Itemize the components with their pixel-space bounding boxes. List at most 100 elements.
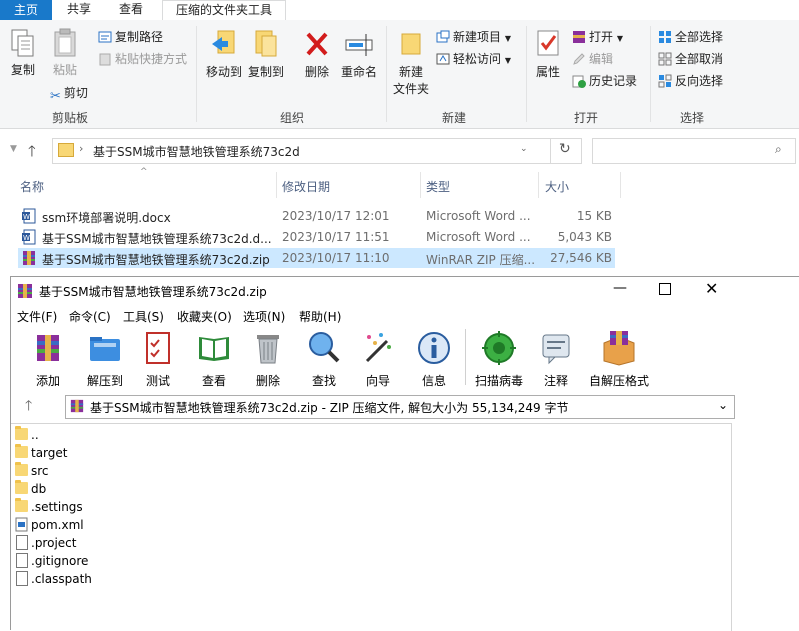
- chevron-down-icon: ▼: [504, 56, 511, 65]
- copy-to-label: 复制到: [247, 65, 284, 79]
- delete-archive-button[interactable]: 删除: [243, 329, 293, 389]
- copy-label: 复制: [10, 63, 35, 77]
- address-bar[interactable]: › 基于SSM城市智慧地铁管理系统73c2d: [52, 138, 582, 164]
- tab-view[interactable]: 查看: [108, 0, 154, 20]
- sfx-button[interactable]: 自解压格式: [585, 329, 653, 389]
- wizard-label: 向导: [365, 374, 390, 388]
- rename-icon: [345, 34, 373, 56]
- cut-button[interactable]: ✂ 剪切: [50, 84, 88, 104]
- magic-wand-icon: [365, 333, 391, 363]
- properties-button[interactable]: 属性: [530, 28, 566, 80]
- winrar-title: 基于SSM城市智慧地铁管理系统73c2d.zip: [39, 285, 267, 299]
- add-button[interactable]: 添加: [23, 329, 73, 389]
- new-item-label: 新建项目: [453, 30, 502, 44]
- entry-name: .project: [31, 536, 77, 550]
- cut-label: 剪切: [63, 86, 88, 100]
- scan-virus-button[interactable]: 扫描病毒: [471, 329, 527, 389]
- winrar-archive-icon: [23, 251, 35, 265]
- column-divider[interactable]: [620, 172, 621, 198]
- move-to-button[interactable]: 移动到: [204, 28, 244, 80]
- paste-button[interactable]: 粘贴: [48, 28, 82, 78]
- column-divider[interactable]: [276, 172, 277, 198]
- invert-selection-button[interactable]: 反向选择: [658, 72, 723, 90]
- column-divider[interactable]: [538, 172, 539, 198]
- test-button[interactable]: 测试: [133, 329, 183, 389]
- file-icon: [16, 535, 28, 550]
- edit-button[interactable]: 编辑: [572, 50, 613, 68]
- find-label: 查找: [311, 374, 336, 388]
- close-icon[interactable]: ✕: [705, 279, 718, 298]
- refresh-button[interactable]: ↻: [550, 138, 582, 164]
- info-button[interactable]: 信息: [409, 329, 459, 389]
- winrar-window: 基于SSM城市智慧地铁管理系统73c2d.zip — ✕ 文件(F) 命令(C)…: [10, 276, 799, 631]
- entry-name: .gitignore: [31, 554, 89, 568]
- select-none-button[interactable]: 全部取消: [658, 50, 723, 68]
- extract-to-button[interactable]: 解压到: [79, 329, 131, 389]
- easy-access-icon: [436, 53, 450, 65]
- search-input[interactable]: ⌕: [592, 138, 796, 164]
- column-header-type[interactable]: 类型: [426, 178, 450, 195]
- trash-can-icon: [257, 335, 279, 364]
- menu-tools[interactable]: 工具(S): [123, 308, 164, 325]
- up-arrow-icon[interactable]: 🡑: [28, 141, 36, 166]
- open-button[interactable]: 打开 ▼: [572, 28, 623, 46]
- open-label: 打开: [589, 30, 614, 44]
- easy-access-button[interactable]: 轻松访问 ▼: [436, 50, 511, 68]
- move-to-label: 移动到: [205, 65, 242, 79]
- file-row[interactable]: W ssm环境部署说明.docx 2023/10/17 12:01 Micros…: [18, 206, 615, 226]
- find-button[interactable]: 查找: [299, 329, 349, 389]
- history-label: 历史记录: [589, 74, 638, 88]
- rename-button[interactable]: 重命名: [338, 28, 380, 80]
- address-dropdown-icon[interactable]: ⌄: [520, 144, 528, 154]
- maximize-icon[interactable]: [659, 283, 671, 295]
- invert-selection-icon: [658, 74, 672, 88]
- select-none-label: 全部取消: [675, 52, 724, 66]
- entry-name: src: [31, 464, 49, 478]
- file-row[interactable]: W 基于SSM城市智慧地铁管理系统73c2d.d... 2023/10/17 1…: [18, 227, 615, 247]
- search-icon: ⌕: [775, 142, 782, 156]
- group-separator: [526, 26, 527, 122]
- recent-locations-chevron-icon[interactable]: ▼: [10, 144, 17, 154]
- column-header-name[interactable]: 名称: [20, 178, 44, 195]
- file-name: 基于SSM城市智慧地铁管理系统73c2d.zip: [42, 253, 270, 267]
- folder-icon: [15, 444, 28, 458]
- paste-shortcut-button[interactable]: 粘贴快捷方式: [98, 50, 187, 68]
- winrar-title-bar[interactable]: 基于SSM城市智慧地铁管理系统73c2d.zip — ✕: [11, 277, 799, 305]
- tab-home[interactable]: 主页: [0, 0, 52, 22]
- entry-name: pom.xml: [31, 518, 84, 532]
- new-folder-button[interactable]: 新建 文件夹: [390, 28, 432, 97]
- file-row-selected[interactable]: 基于SSM城市智慧地铁管理系统73c2d.zip 2023/10/17 11:1…: [18, 248, 615, 268]
- winrar-menu-bar: 文件(F) 命令(C) 工具(S) 收藏夹(O) 选项(N) 帮助(H): [11, 305, 799, 325]
- select-all-icon: [659, 31, 671, 43]
- column-divider[interactable]: [420, 172, 421, 198]
- menu-commands[interactable]: 命令(C): [69, 308, 111, 325]
- delete-button[interactable]: 删除: [300, 28, 334, 80]
- invert-selection-label: 反向选择: [675, 74, 724, 88]
- up-level-icon[interactable]: 🡑: [25, 395, 32, 419]
- view-button[interactable]: 查看: [189, 329, 239, 389]
- menu-help[interactable]: 帮助(H): [299, 308, 341, 325]
- wizard-button[interactable]: 向导: [353, 329, 403, 389]
- minimize-icon[interactable]: —: [613, 280, 627, 296]
- comment-button[interactable]: 注释: [531, 329, 581, 389]
- archive-path-dropdown[interactable]: 基于SSM城市智慧地铁管理系统73c2d.zip - ZIP 压缩文件, 解包大…: [65, 395, 735, 419]
- view-label: 查看: [201, 374, 226, 388]
- new-item-button[interactable]: 新建项目 ▼: [436, 28, 511, 46]
- test-label: 测试: [145, 374, 170, 388]
- menu-favorites[interactable]: 收藏夹(O): [177, 308, 232, 325]
- column-header-date[interactable]: 修改日期: [282, 178, 330, 195]
- tab-share[interactable]: 共享: [56, 0, 102, 20]
- group-separator: [196, 26, 197, 122]
- file-date: 2023/10/17 11:51: [282, 230, 390, 244]
- select-all-button[interactable]: 全部选择: [658, 28, 723, 46]
- copy-button[interactable]: 复制: [6, 28, 40, 78]
- column-header-size[interactable]: 大小: [545, 178, 569, 195]
- history-button[interactable]: 历史记录: [572, 72, 637, 90]
- properties-check-icon: [537, 30, 559, 56]
- copy-to-button[interactable]: 复制到: [246, 28, 286, 80]
- copy-path-button[interactable]: 复制路径: [98, 28, 163, 46]
- file-size: 15 KB: [576, 209, 612, 223]
- tab-compressed-tools[interactable]: 压缩的文件夹工具: [162, 0, 286, 21]
- menu-file[interactable]: 文件(F): [17, 308, 57, 325]
- menu-options[interactable]: 选项(N): [243, 308, 285, 325]
